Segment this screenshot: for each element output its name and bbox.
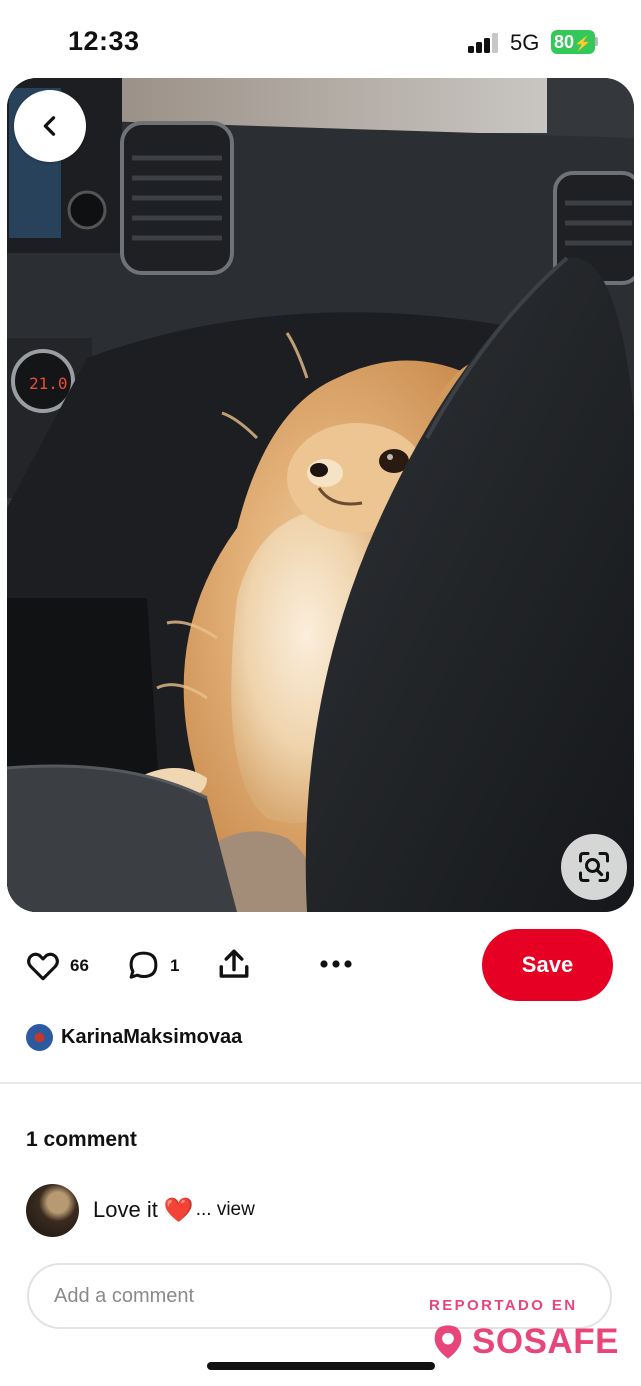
comment-text: Love it (93, 1197, 158, 1222)
like-button[interactable]: 66 (26, 950, 89, 982)
watermark-brand: SOSAFE (472, 1322, 619, 1361)
battery-icon: 80⚡ (551, 30, 595, 54)
comment-count: 1 (170, 955, 180, 975)
comment-view-link[interactable]: ... view (196, 1199, 255, 1221)
like-count: 66 (70, 956, 89, 975)
home-indicator (207, 1362, 435, 1370)
comment-button[interactable]: 1 (127, 949, 179, 982)
share-button[interactable] (217, 947, 251, 981)
status-bar: 12:33 5G 80⚡ (0, 0, 641, 78)
battery-tip (595, 37, 598, 46)
commenter-avatar[interactable] (26, 1183, 79, 1237)
author-link[interactable]: KarinaMaksimovaa (26, 1023, 242, 1051)
cellular-signal-icon (468, 33, 500, 53)
comment-item: Love it ❤️ ... view (26, 1182, 255, 1238)
pomeranian-dog-photo: 21.0 (7, 78, 634, 912)
network-type: 5G (510, 30, 540, 55)
more-options-button[interactable] (318, 956, 354, 972)
comments-heading: 1 comment (26, 1128, 137, 1151)
watermark-label: REPORTADO EN (429, 1297, 578, 1314)
comment-bubble-icon (129, 951, 158, 979)
save-button[interactable]: Save (482, 929, 613, 1001)
back-button[interactable] (14, 90, 86, 162)
heart-outline-icon (27, 952, 59, 981)
svg-text:21.0: 21.0 (29, 374, 68, 393)
author-avatar (26, 1023, 53, 1051)
visual-search-button[interactable] (561, 834, 627, 900)
divider (0, 1082, 641, 1084)
author-name: KarinaMaksimovaa (61, 1025, 243, 1048)
sosafe-watermark: SOSAFE (428, 1322, 619, 1362)
chevron-left-icon (43, 116, 56, 136)
share-icon (219, 949, 249, 978)
heart-emoji: ❤️ (163, 1196, 194, 1224)
add-comment-input[interactable] (27, 1263, 612, 1329)
status-time: 12:33 (68, 26, 140, 56)
battery-level: 80 (554, 32, 575, 52)
visual-search-icon (579, 852, 609, 882)
more-dots-icon (320, 960, 352, 968)
pin-image[interactable]: 21.0 (7, 78, 634, 912)
location-pin-icon (434, 1325, 462, 1359)
